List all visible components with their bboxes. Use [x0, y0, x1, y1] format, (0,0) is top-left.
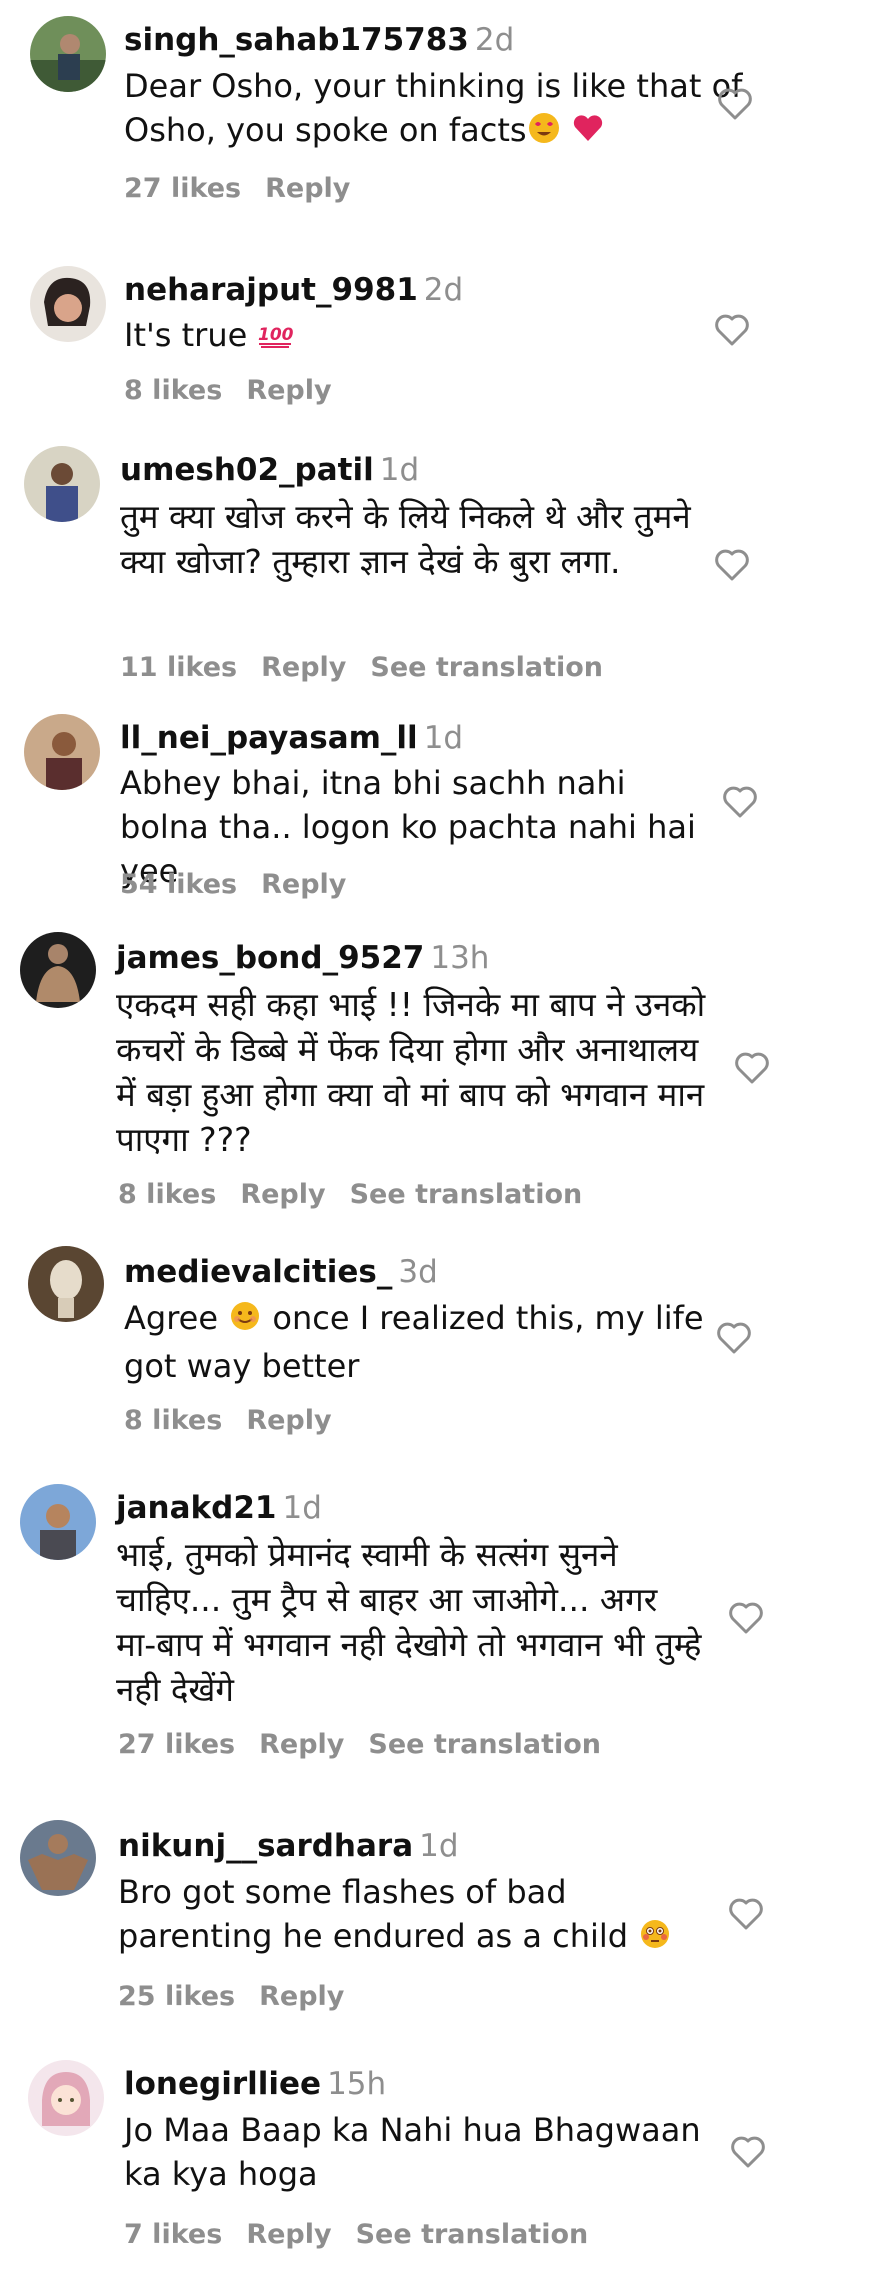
timestamp: 1d	[423, 720, 464, 756]
username[interactable]: janakd21	[116, 1490, 276, 1526]
reply-button[interactable]: Reply	[259, 1980, 344, 2014]
comment-text: एकदम सही कहा भाई !! जिनके मा बाप ने उनको…	[116, 985, 716, 1159]
comment-actions: 27 likes Reply See translation	[118, 1728, 625, 1762]
comment-actions: 8 likes Reply See translation	[118, 1178, 606, 1212]
comment-text: भाई, तुमको प्रेमानंद स्वामी के सत्संग सु…	[116, 1535, 712, 1709]
timestamp: 1d	[379, 452, 420, 488]
reply-button[interactable]: Reply	[261, 868, 346, 902]
comment-actions: 11 likes Reply See translation	[120, 651, 627, 685]
reply-button[interactable]: Reply	[240, 1178, 325, 1212]
heart-outline-icon[interactable]	[726, 1598, 766, 1638]
heart-outline-icon[interactable]	[726, 1894, 766, 1934]
see-translation-link[interactable]: See translation	[356, 2218, 589, 2252]
timestamp: 1d	[282, 1490, 322, 1526]
see-translation-link[interactable]: See translation	[368, 1728, 601, 1762]
comment-text: Bro got some flashes of bad parenting he…	[118, 1870, 708, 1962]
timestamp: 3d	[398, 1254, 438, 1290]
avatar[interactable]	[24, 446, 100, 522]
likes-count[interactable]: 25 likes	[118, 1980, 235, 2014]
username[interactable]: medievalcities_	[124, 1254, 392, 1290]
avatar[interactable]	[28, 2060, 104, 2136]
heart-outline-icon[interactable]	[732, 1048, 772, 1088]
heart-outline-icon[interactable]	[714, 1318, 754, 1358]
comment-text: तुम क्या खोज करने के लिये निकले थे और तु…	[120, 497, 702, 581]
likes-count[interactable]: 11 likes	[120, 651, 237, 685]
see-translation-link[interactable]: See translation	[350, 1178, 583, 1212]
reply-button[interactable]: Reply	[246, 2218, 331, 2252]
username[interactable]: lonegirlliee	[124, 2066, 321, 2102]
avatar[interactable]	[20, 932, 96, 1008]
comment-text: Jo Maa Baap ka Nahi hua Bhagwaan ka kya …	[124, 2111, 711, 2193]
heart-outline-icon[interactable]	[720, 782, 760, 822]
reply-button[interactable]: Reply	[246, 1404, 331, 1438]
heart-outline-icon[interactable]	[712, 545, 752, 585]
username[interactable]: james_bond_9527	[116, 940, 424, 976]
comment-actions: 54 likes Reply	[120, 868, 370, 902]
timestamp: 13h	[430, 940, 490, 976]
smiling-emoji	[228, 1299, 262, 1344]
avatar[interactable]	[20, 1820, 96, 1896]
comment-actions: 7 likes Reply See translation	[124, 2218, 612, 2252]
timestamp: 15h	[327, 2066, 387, 2102]
hundred-points-emoji: 100	[257, 317, 295, 361]
heart-eyes-emoji	[527, 111, 561, 156]
reply-button[interactable]: Reply	[265, 172, 350, 206]
likes-count[interactable]: 8 likes	[124, 374, 222, 408]
likes-count[interactable]: 8 likes	[124, 1404, 222, 1438]
comment-text: It's true 100	[124, 313, 744, 361]
heart-outline-icon[interactable]	[712, 310, 752, 350]
flushed-face-emoji	[638, 1917, 672, 1962]
timestamp: 1d	[419, 1828, 459, 1864]
heart-outline-icon[interactable]	[715, 84, 755, 124]
see-translation-link[interactable]: See translation	[370, 651, 603, 685]
avatar[interactable]	[20, 1484, 96, 1560]
comment-actions: 8 likes Reply	[124, 1404, 356, 1438]
comment-actions: 25 likes Reply	[118, 1980, 368, 2014]
username[interactable]: singh_sahab175783	[124, 22, 469, 58]
timestamp: 2d	[423, 272, 464, 308]
reply-button[interactable]: Reply	[261, 651, 346, 685]
likes-count[interactable]: 8 likes	[118, 1178, 216, 1212]
avatar[interactable]	[24, 714, 100, 790]
heart-outline-icon[interactable]	[728, 2132, 768, 2172]
avatar[interactable]	[28, 1246, 104, 1322]
comment-text: Agree once I realized this, my life got …	[124, 1299, 714, 1385]
avatar[interactable]	[30, 266, 106, 342]
comment-actions: 8 likes Reply	[124, 374, 356, 408]
likes-count[interactable]: 7 likes	[124, 2218, 222, 2252]
reply-button[interactable]: Reply	[259, 1728, 344, 1762]
reply-button[interactable]: Reply	[246, 374, 331, 408]
likes-count[interactable]: 54 likes	[120, 868, 237, 902]
username[interactable]: ll_nei_payasam_ll	[120, 720, 418, 756]
username[interactable]: nikunj__sardhara	[118, 1828, 413, 1864]
svg-text:100: 100	[258, 325, 294, 345]
red-heart-emoji	[571, 111, 605, 156]
avatar[interactable]	[30, 16, 106, 92]
username[interactable]: neharajput_9981	[124, 272, 418, 308]
comment-actions: 27 likes Reply	[124, 172, 374, 206]
username[interactable]: umesh02_patil	[120, 452, 374, 488]
likes-count[interactable]: 27 likes	[118, 1728, 235, 1762]
likes-count[interactable]: 27 likes	[124, 172, 241, 206]
comment-text: Dear Osho, your thinking is like that of…	[124, 64, 744, 156]
timestamp: 2d	[474, 22, 515, 58]
